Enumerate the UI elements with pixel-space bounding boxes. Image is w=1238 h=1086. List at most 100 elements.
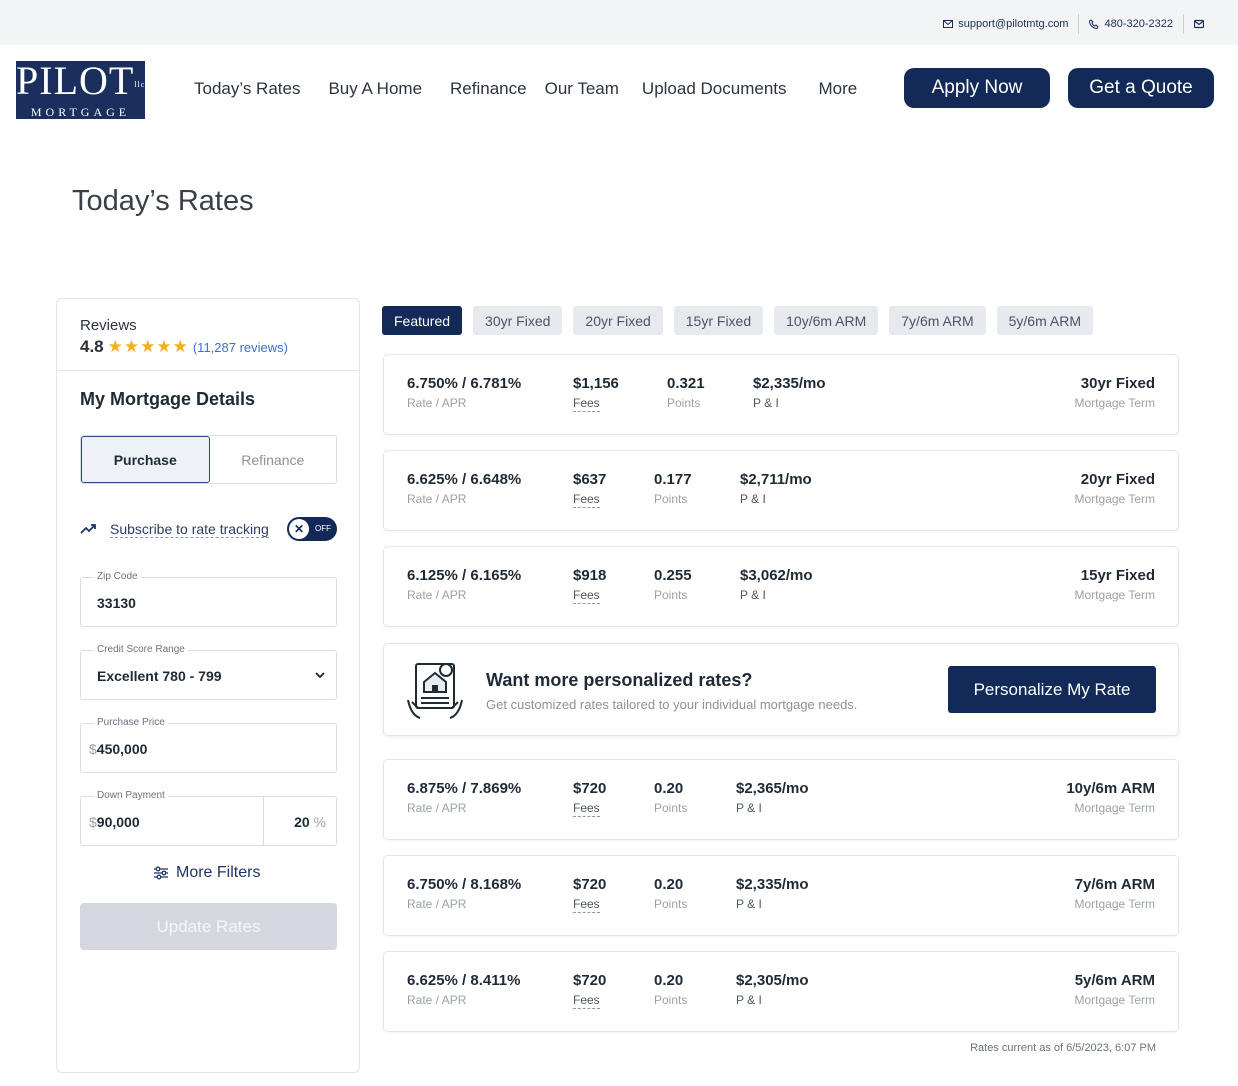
nav-more[interactable]: More — [819, 79, 858, 99]
tab-10y6m-arm[interactable]: 10y/6m ARM — [774, 306, 879, 335]
fees-link[interactable]: Fees — [573, 801, 600, 817]
fees-link[interactable]: Fees — [573, 993, 600, 1009]
logo-word: PILOT — [16, 58, 135, 103]
tab-7y6m-arm[interactable]: 7y/6m ARM — [889, 306, 986, 335]
rate-card[interactable]: 6.750% / 8.168% Rate / APR $720 Fees 0.20 P… — [383, 855, 1179, 936]
refinance-option[interactable]: Refinance — [210, 436, 337, 483]
personalize-my-rate-button[interactable]: Personalize My Rate — [948, 666, 1156, 713]
term-value: 30yr Fixed — [1080, 375, 1155, 392]
rating-row: 4.8 ★★★★★ (11,287 reviews) — [80, 337, 336, 357]
rate-apr-label: Rate / APR — [407, 396, 467, 410]
term-label: Mortgage Term — [1074, 396, 1155, 410]
rate-card[interactable]: 6.875% / 7.869% Rate / APR $720 Fees 0.20 P… — [383, 759, 1179, 840]
sliders-icon — [154, 866, 168, 880]
rate-apr-label: Rate / APR — [407, 588, 467, 602]
nav-todays-rates[interactable]: Today’s Rates — [194, 79, 300, 99]
close-icon: ✕ — [289, 519, 309, 539]
purchase-price-label: Purchase Price — [94, 717, 168, 728]
rating-value: 4.8 — [80, 337, 104, 356]
term-cell: 20yr Fixed Mortgage Term — [1075, 471, 1155, 506]
rate-apr-value: 6.625% / 8.411% — [407, 972, 521, 989]
down-payment-field[interactable]: Down Payment $90,000 20 % — [80, 790, 337, 846]
logo-subword: MORTGAGE — [30, 104, 131, 119]
term-label: Mortgage Term — [1074, 588, 1155, 602]
points-cell: 0.20 Points — [654, 876, 687, 911]
points-cell: 0.255 Points — [654, 567, 692, 602]
points-value: 0.20 — [654, 876, 684, 893]
points-cell: 0.20 Points — [654, 972, 687, 1007]
payment-cell: $2,711/mo P & I — [740, 471, 812, 506]
more-filters-button[interactable]: More Filters — [153, 864, 260, 882]
house-document-icon — [407, 663, 463, 719]
rate-card[interactable]: 6.625% / 6.648% Rate / APR $637 Fees 0.177… — [383, 450, 1179, 531]
tab-15yr-fixed[interactable]: 15yr Fixed — [673, 306, 764, 335]
subscribe-rate-tracking-link[interactable]: Subscribe to rate tracking — [110, 521, 269, 538]
points-cell: 0.177 Points — [654, 471, 692, 506]
main-nav: Today’s Rates Buy A Home Refinance Our T… — [180, 79, 885, 99]
points-value: 0.177 — [654, 471, 692, 488]
trend-up-icon — [80, 524, 96, 534]
review-count-link[interactable]: (11,287 reviews) — [193, 340, 288, 355]
mail-icon — [1194, 19, 1204, 29]
update-rates-button[interactable]: Update Rates — [80, 903, 337, 950]
phone-text: 480-320-2322 — [1104, 18, 1173, 30]
fees-cell: $637 Fees — [573, 471, 606, 508]
fees-value: $720 — [573, 780, 607, 797]
purchase-price-field[interactable]: Purchase Price $450,000 — [80, 717, 337, 773]
term-value: 7y/6m ARM — [1074, 876, 1155, 893]
tab-30yr-fixed[interactable]: 30yr Fixed — [473, 306, 563, 335]
purchase-option[interactable]: Purchase — [81, 436, 210, 483]
email-text: support@pilotmtg.com — [958, 18, 1069, 30]
reviews-section: Reviews 4.8 ★★★★★ (11,287 reviews) — [57, 299, 359, 371]
payment-label: P & I — [740, 492, 766, 506]
nav-our-team[interactable]: Our Team — [545, 79, 619, 99]
points-cell: 0.321 Points — [667, 375, 705, 410]
tab-featured[interactable]: Featured — [382, 306, 463, 335]
down-payment-percent-input[interactable]: 20 % — [294, 814, 326, 830]
payment-cell: $2,305/mo P & I — [736, 972, 809, 1007]
apply-now-button[interactable]: Apply Now — [904, 68, 1050, 108]
nav-buy-a-home[interactable]: Buy A Home — [328, 79, 422, 99]
phone-link[interactable]: 480-320-2322 — [1079, 18, 1183, 30]
fees-value: $720 — [573, 972, 607, 989]
fees-cell: $1,156 Fees — [573, 375, 619, 412]
credit-score-select[interactable]: Credit Score Range Excellent 780 - 799 — [80, 644, 337, 700]
payment-value: $2,711/mo — [740, 471, 812, 488]
zip-code-field[interactable]: Zip Code 33130 — [80, 571, 337, 627]
points-label: Points — [654, 801, 688, 815]
points-label: Points — [654, 897, 688, 911]
top-contact-bar: support@pilotmtg.com 480-320-2322 — [0, 0, 1238, 45]
rate-apr-value: 6.750% / 8.168% — [407, 876, 522, 893]
email-link[interactable]: support@pilotmtg.com — [933, 18, 1078, 30]
tab-20yr-fixed[interactable]: 20yr Fixed — [573, 306, 663, 335]
rate-card[interactable]: 6.750% / 6.781% Rate / APR $1,156 Fees 0.3… — [383, 354, 1179, 435]
rate-apr-label: Rate / APR — [407, 993, 467, 1007]
term-value: 15yr Fixed — [1080, 567, 1155, 584]
nav-refinance[interactable]: Refinance — [450, 79, 527, 99]
rate-apr-cell: 6.625% / 8.411% Rate / APR — [407, 972, 520, 1007]
chevron-down-icon — [315, 672, 325, 679]
tab-5y6m-arm[interactable]: 5y/6m ARM — [996, 306, 1093, 335]
rate-apr-label: Rate / APR — [407, 492, 467, 506]
fees-value: $1,156 — [573, 375, 619, 392]
payment-label: P & I — [736, 801, 762, 815]
term-cell: 30yr Fixed Mortgage Term — [1075, 375, 1155, 410]
get-a-quote-button[interactable]: Get a Quote — [1068, 68, 1214, 108]
mail-button[interactable] — [1184, 19, 1214, 29]
payment-label: P & I — [736, 897, 762, 911]
rate-tracking-switch[interactable]: ✕ OFF — [287, 517, 337, 541]
divider — [263, 797, 264, 845]
payment-value: $2,335/mo — [753, 375, 826, 392]
fees-link[interactable]: Fees — [573, 897, 600, 913]
fees-link[interactable]: Fees — [573, 492, 600, 508]
fees-link[interactable]: Fees — [573, 588, 600, 604]
payment-label: P & I — [740, 588, 766, 602]
rate-card[interactable]: 6.125% / 6.165% Rate / APR $918 Fees 0.255… — [383, 546, 1179, 627]
rate-card[interactable]: 6.625% / 8.411% Rate / APR $720 Fees 0.20 P… — [383, 951, 1179, 1032]
rate-apr-cell: 6.750% / 8.168% Rate / APR — [407, 876, 521, 911]
term-cell: 5y/6m ARM Mortgage Term — [1075, 972, 1155, 1007]
nav-upload-documents[interactable]: Upload Documents — [642, 79, 787, 99]
pilot-mortgage-logo[interactable]: PILOTllc MORTGAGE — [16, 61, 145, 119]
fees-link[interactable]: Fees — [573, 396, 600, 412]
payment-value: $2,365/mo — [736, 780, 809, 797]
